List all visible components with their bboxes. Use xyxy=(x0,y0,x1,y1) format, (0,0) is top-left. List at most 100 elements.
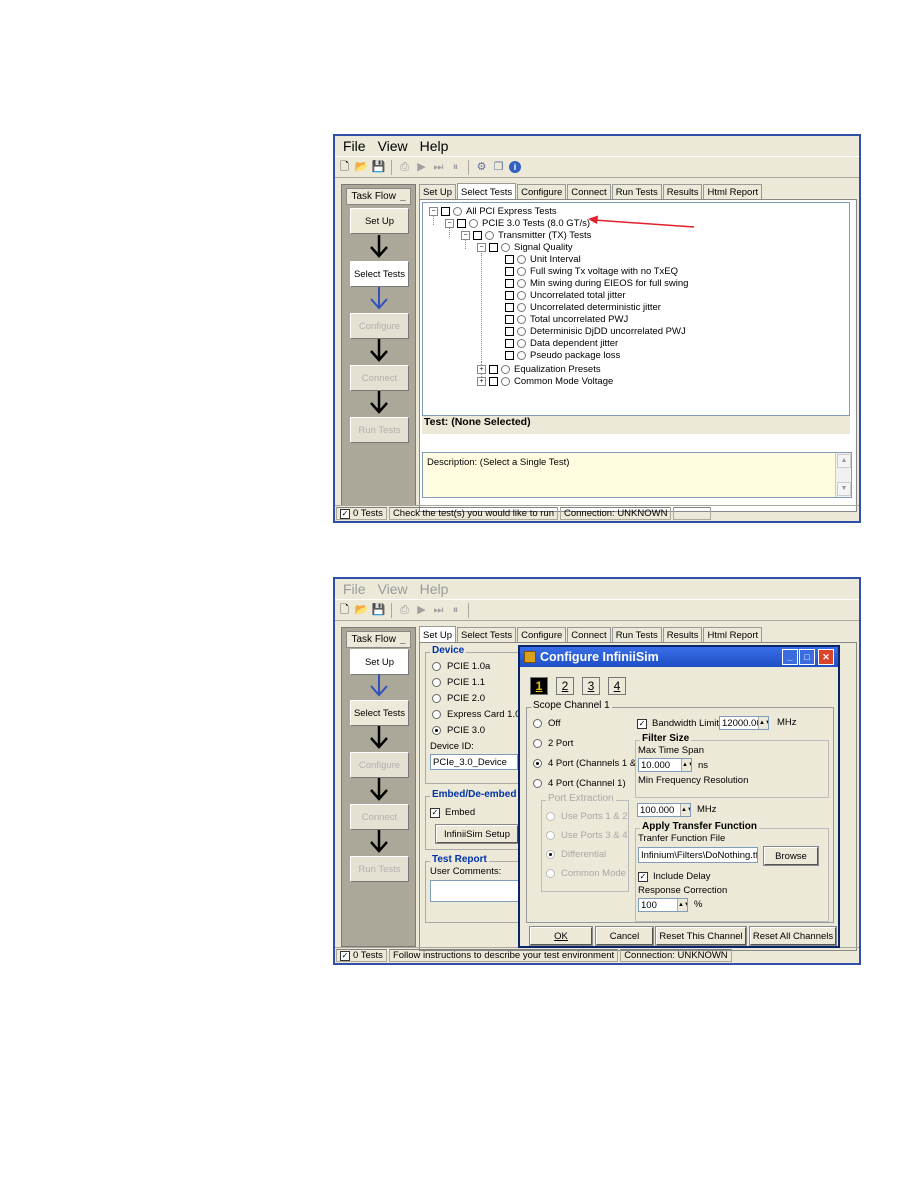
mode-4-port-ch13[interactable]: 4 Port (Channels 1 & 3) xyxy=(533,758,647,769)
bandwidth-limit-checkbox[interactable]: ✓ Bandwidth Limit xyxy=(637,718,719,729)
checkbox[interactable] xyxy=(505,302,514,312)
embed-checkbox[interactable]: ✓ Embed xyxy=(430,807,475,818)
collapse-icon[interactable]: − xyxy=(477,242,486,252)
description-box[interactable]: Description: (Select a Single Test) ▲ ▼ xyxy=(422,452,852,498)
radio[interactable] xyxy=(546,850,555,859)
tab-run-tests[interactable]: Run Tests xyxy=(611,184,662,200)
tree-node-common-mode[interactable]: + Common Mode Voltage xyxy=(477,375,613,387)
port-option-34[interactable]: Use Ports 3 & 4 xyxy=(546,830,628,841)
tab-results[interactable]: Results xyxy=(662,627,703,643)
collapse-icon[interactable]: − xyxy=(445,218,454,228)
step-run-tests-button[interactable]: Run Tests xyxy=(350,417,409,443)
cancel-button[interactable]: Cancel xyxy=(595,926,654,946)
channel-tab-2[interactable]: 2 xyxy=(556,677,574,695)
menu-view[interactable]: View xyxy=(378,581,408,597)
tab-configure[interactable]: Configure xyxy=(517,184,567,200)
maximize-window-icon[interactable]: □ xyxy=(799,649,815,665)
transfer-file-input[interactable]: Infinium\Filters\DoNothing.tf4 xyxy=(638,847,758,863)
device-id-input[interactable]: PCIe_3.0_Device xyxy=(430,754,518,770)
save-icon[interactable]: 💾 xyxy=(372,604,386,617)
radio[interactable] xyxy=(432,694,441,703)
tab-html-report[interactable]: Html Report xyxy=(703,184,763,200)
tab-connect[interactable]: Connect xyxy=(567,627,611,643)
bandwidth-input[interactable]: 12000.00▲▼ xyxy=(719,716,769,730)
scroll-down-icon[interactable]: ▼ xyxy=(837,482,851,496)
response-correction-input[interactable]: 100 ▲▼ xyxy=(638,898,688,912)
tree-node-test[interactable]: Data dependent jitter xyxy=(505,337,618,349)
checkbox[interactable] xyxy=(505,314,514,324)
device-option-pcie11[interactable]: PCIE 1.1 xyxy=(432,677,485,688)
tree-node-test[interactable]: Unit Interval xyxy=(505,253,581,265)
tree-node-test[interactable]: Determinisic DjDD uncorrelated PWJ xyxy=(505,325,686,337)
mode-off[interactable]: Off xyxy=(533,718,561,729)
collapse-icon[interactable]: − xyxy=(461,230,470,240)
checkbox[interactable] xyxy=(473,230,482,240)
checkbox[interactable] xyxy=(505,338,514,348)
expand-icon[interactable]: + xyxy=(477,364,486,374)
port-option-differential[interactable]: Differential xyxy=(546,849,606,860)
run-icon[interactable]: ▶ xyxy=(415,604,428,617)
channel-tab-1[interactable]: 1 xyxy=(530,677,548,695)
step-configure-button[interactable]: Configure xyxy=(350,313,409,339)
run-icon[interactable]: ▶ xyxy=(415,161,428,174)
checkbox[interactable] xyxy=(505,266,514,276)
radio[interactable] xyxy=(533,779,542,788)
port-option-12[interactable]: Use Ports 1 & 2 xyxy=(546,811,628,822)
tree-node-all[interactable]: − All PCI Express Tests xyxy=(429,205,557,217)
radio[interactable] xyxy=(432,662,441,671)
tab-select-tests[interactable]: Select Tests xyxy=(457,627,517,643)
collapse-icon[interactable]: − xyxy=(429,206,438,216)
checkbox[interactable] xyxy=(505,290,514,300)
tab-html-report[interactable]: Html Report xyxy=(703,627,763,643)
tab-select-tests[interactable]: Select Tests xyxy=(457,183,517,200)
infiniisim-setup-button[interactable]: InfiniiSim Setup xyxy=(435,824,519,844)
step-connect-button[interactable]: Connect xyxy=(350,804,409,830)
step-connect-button[interactable]: Connect xyxy=(350,365,409,391)
mode-2-port[interactable]: 2 Port xyxy=(533,738,573,749)
new-file-icon[interactable]: 🗋 xyxy=(338,604,351,617)
tab-run-tests[interactable]: Run Tests xyxy=(611,627,662,643)
mode-4-port-ch1[interactable]: 4 Port (Channel 1) xyxy=(533,778,626,789)
device-option-pcie30[interactable]: PCIE 3.0 xyxy=(432,725,485,736)
radio[interactable] xyxy=(432,710,441,719)
max-time-span-input[interactable]: 10.000 ▲▼ xyxy=(638,758,692,772)
device-option-pcie10a[interactable]: PCIE 1.0a xyxy=(432,661,490,672)
tab-connect[interactable]: Connect xyxy=(567,184,611,200)
checkbox[interactable] xyxy=(489,376,498,386)
tab-setup[interactable]: Set Up xyxy=(419,184,457,200)
expand-icon[interactable]: + xyxy=(477,376,486,386)
radio[interactable] xyxy=(533,739,542,748)
open-folder-icon[interactable]: 📂 xyxy=(355,161,369,174)
checkbox[interactable] xyxy=(457,218,466,228)
spinner-icon[interactable]: ▲▼ xyxy=(680,804,690,816)
menu-help[interactable]: Help xyxy=(420,581,449,597)
checkbox[interactable] xyxy=(505,326,514,336)
step-select-tests-button[interactable]: Select Tests xyxy=(350,261,409,287)
tree-node-test[interactable]: Total uncorrelated PWJ xyxy=(505,313,628,325)
min-freq-input[interactable]: 100.000 ▲▼ xyxy=(637,803,691,817)
tree-node-test[interactable]: Full swing Tx voltage with no TxEQ xyxy=(505,265,678,277)
copy-icon[interactable]: ❐ xyxy=(492,161,505,174)
tree-node-test[interactable]: Min swing during EIEOS for full swing xyxy=(505,277,688,289)
channel-tab-3[interactable]: 3 xyxy=(582,677,600,695)
menu-file[interactable]: File xyxy=(343,581,366,597)
radio[interactable] xyxy=(546,831,555,840)
checkbox[interactable] xyxy=(489,242,498,252)
minimize-icon[interactable]: _ xyxy=(400,191,406,202)
print-icon[interactable]: ⎙ xyxy=(398,161,411,174)
step-icon[interactable]: ⏭ xyxy=(432,161,445,174)
description-scrollbar[interactable]: ▲ ▼ xyxy=(835,453,851,497)
step-configure-button[interactable]: Configure xyxy=(350,752,409,778)
step-icon[interactable]: ⏭ xyxy=(432,604,445,617)
tree-node-test[interactable]: Uncorrelated deterministic jitter xyxy=(505,301,661,313)
radio[interactable] xyxy=(546,812,555,821)
minimize-icon[interactable]: _ xyxy=(400,634,406,645)
browse-button[interactable]: Browse xyxy=(763,846,819,866)
checkbox[interactable] xyxy=(505,278,514,288)
radio[interactable] xyxy=(432,678,441,687)
menu-file[interactable]: File xyxy=(343,138,366,154)
spinner-icon[interactable]: ▲▼ xyxy=(758,717,768,729)
tree-node-test[interactable]: Uncorrelated total jitter xyxy=(505,289,626,301)
open-folder-icon[interactable]: 📂 xyxy=(355,604,369,617)
reset-all-channels-button[interactable]: Reset All Channels xyxy=(749,926,837,946)
